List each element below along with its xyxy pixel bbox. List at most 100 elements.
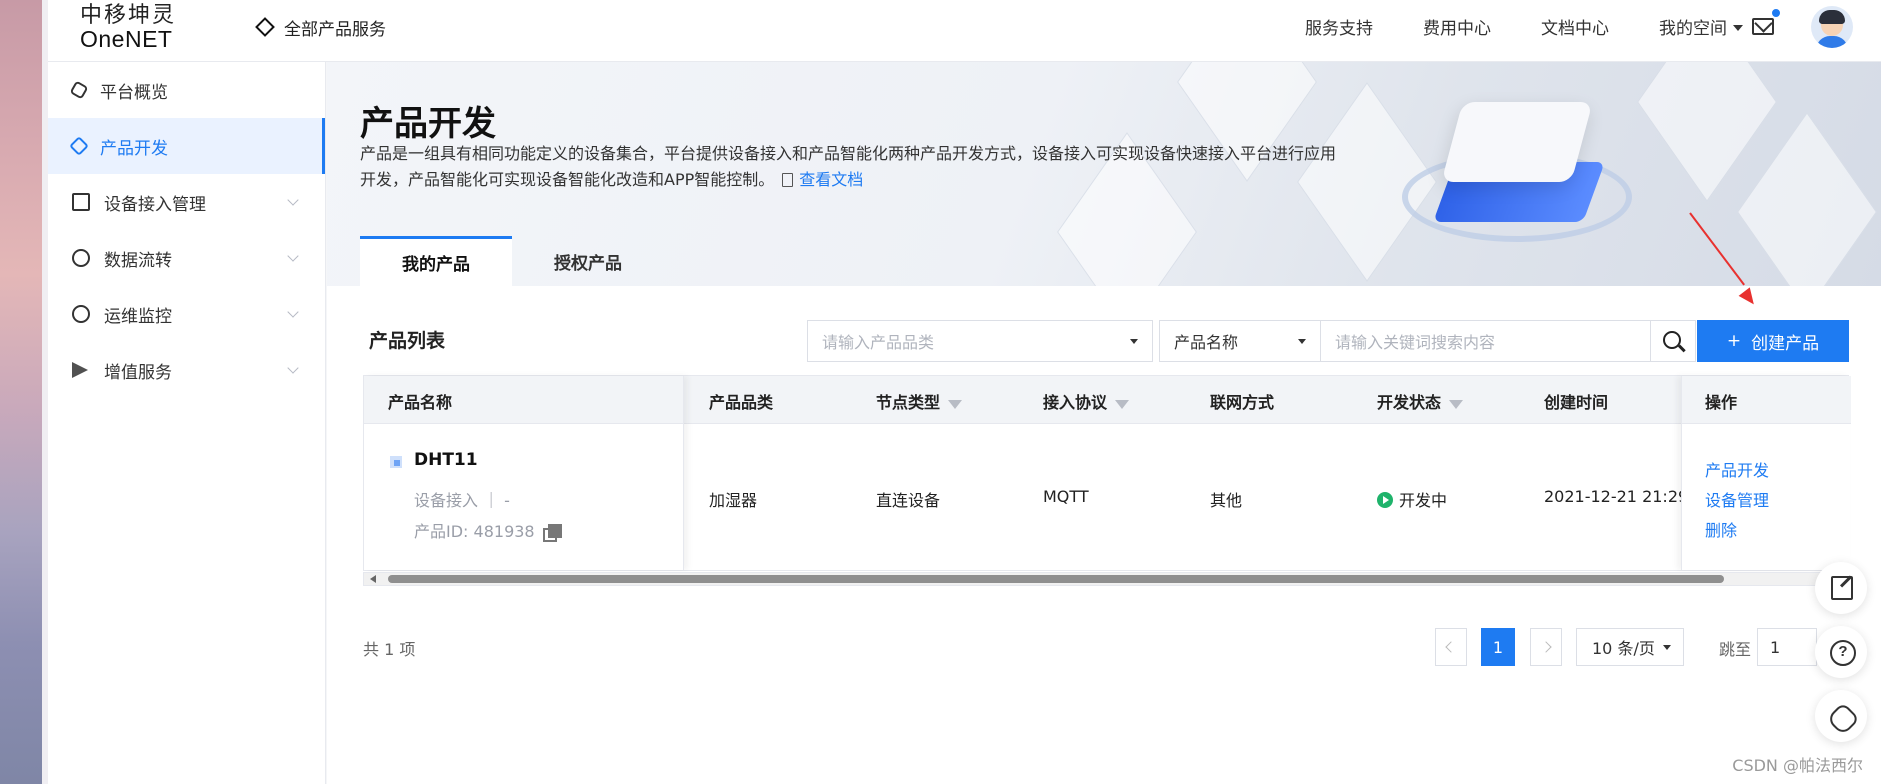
col-product-name-fixed: 产品名称 [388,393,453,412]
csdn-watermark: CSDN @帕法西尔 [1732,756,1863,775]
delete-link[interactable]: 删除 [1705,517,1737,541]
prev-page-button[interactable] [1435,628,1467,666]
col-dev-status-label: 开发状态 [1377,393,1442,412]
product-list-title: 产品列表 [369,330,446,352]
fixed-left-header: 产品名称 [364,376,683,424]
product-access-type: 设备接入 ｜ - [414,491,510,510]
horizontal-scrollbar[interactable] [363,572,1849,586]
data-flow-icon [72,249,90,267]
diamond-icon [255,17,275,37]
search-field-select[interactable]: 产品名称 [1159,320,1321,362]
sidebar-item-value-added[interactable]: 增值服务 [48,342,325,398]
chevron-down-icon [287,362,299,374]
send-icon [72,362,88,378]
tab-authorized-products[interactable]: 授权产品 [512,236,664,286]
sidebar-item-ops-monitor[interactable]: 运维监控 [48,286,325,342]
col-node-type-label: 节点类型 [876,393,941,412]
help-icon[interactable] [1815,626,1867,678]
col-actions-fixed: 操作 [1705,393,1738,412]
play-status-icon [1377,492,1393,508]
all-services-menu[interactable]: 全部产品服务 [255,14,386,40]
next-page-button[interactable] [1530,628,1562,666]
product-list-panel: 产品列表 请输入产品品类 产品名称 请输入关键词搜索内容 + 创建产品 产品名称… [327,286,1881,784]
chevron-down-icon [287,306,299,318]
view-docs-link[interactable]: 查看文档 [799,170,863,189]
scrollbar-thumb[interactable] [388,575,1724,583]
search-placeholder: 请输入关键词搜索内容 [1335,333,1496,352]
cell-network: 其他 [1210,491,1243,510]
col-protocol-label: 接入协议 [1043,393,1108,412]
background-decoration [0,0,48,784]
search-button[interactable] [1650,320,1696,362]
cell-node-type: 直连设备 [876,491,941,510]
nav-billing-center[interactable]: 费用中心 [1423,14,1491,39]
col-category: 产品品类 [709,393,774,412]
logo-line-1: 中移坤灵 [80,3,177,28]
back-to-top-icon[interactable] [1815,690,1867,742]
tab-my-products[interactable]: 我的产品 [360,236,512,286]
nav-service-support[interactable]: 服务支持 [1305,14,1373,39]
chevron-down-icon [287,250,299,262]
avatar[interactable] [1811,6,1853,48]
top-header: 中移坤灵 OneNET 全部产品服务 服务支持 费用中心 文档中心 我的空间 [48,0,1881,62]
create-product-label: 创建产品 [1751,333,1820,354]
all-services-label: 全部产品服务 [284,19,386,40]
device-icon [72,193,90,211]
product-name[interactable]: DHT11 [414,450,478,470]
nav-my-space[interactable]: 我的空间 [1659,14,1743,39]
sidebar-item-device-access[interactable]: 设备接入管理 [48,174,325,230]
category-select[interactable]: 请输入产品品类 [807,320,1153,362]
sidebar-item-label: 增值服务 [104,362,172,383]
product-cube-icon [69,136,89,156]
product-dev-link[interactable]: 产品开发 [1705,457,1769,481]
scroll-left-arrow-icon[interactable] [370,575,376,583]
cell-status: 开发中 [1377,487,1447,511]
product-id-value: 481938 [473,522,535,541]
sidebar-item-data-flow[interactable]: 数据流转 [48,230,325,286]
cell-created: 2021-12-21 21:29: [1544,487,1694,506]
col-node-type: 节点类型 [876,389,963,413]
caret-down-icon [1298,339,1306,344]
filter-icon[interactable] [1449,400,1464,409]
avatar-body [1816,36,1848,48]
onenet-logo[interactable]: 中移坤灵 OneNET [80,4,180,51]
banner-tile [1637,62,1777,202]
col-created: 创建时间 [1544,393,1609,412]
search-input[interactable]: 请输入关键词搜索内容 [1320,320,1651,362]
fixed-right-header: 操作 [1682,376,1851,424]
page-title: 产品开发 [360,104,496,144]
mail-icon[interactable] [1752,18,1774,35]
chevron-left-icon [1445,641,1457,653]
caret-down-icon [1663,645,1671,650]
sidebar-item-platform-overview[interactable]: 平台概览 [48,62,325,118]
chevron-right-icon [1540,641,1552,653]
page-1-button[interactable]: 1 [1481,628,1515,666]
top-nav: 服务支持 费用中心 文档中心 我的空间 [1305,14,1743,39]
page-size-label: 10 条/页 [1592,639,1655,658]
fixed-left-column: 产品名称 DHT11 设备接入 ｜ - 产品ID: 481938 [364,376,684,570]
copy-icon[interactable] [542,524,562,542]
sidebar-item-label: 数据流转 [104,250,172,271]
create-product-button[interactable]: + 创建产品 [1697,320,1849,362]
cell-protocol: MQTT [1043,487,1089,506]
product-icon [390,456,402,468]
page-size-select[interactable]: 10 条/页 [1576,628,1684,666]
page-description: 产品是一组具有相同功能定义的设备集合，平台提供设备接入和产品智能化两种产品开发方… [360,141,1340,193]
jump-page-input[interactable]: 1 [1757,628,1817,666]
product-id-label: 产品ID: [414,522,469,541]
avatar-hair [1819,10,1845,24]
total-count: 共 1 项 [363,640,416,659]
document-icon [782,173,794,187]
sidebar-item-product-dev[interactable]: 产品开发 [48,118,325,174]
feedback-edit-icon[interactable] [1815,562,1867,614]
device-manage-link[interactable]: 设备管理 [1705,487,1769,511]
filter-icon[interactable] [948,400,963,409]
col-dev-status: 开发状态 [1377,389,1464,413]
nav-my-space-label: 我的空间 [1659,19,1727,39]
nav-docs-center[interactable]: 文档中心 [1541,14,1609,39]
monitor-icon [72,305,90,323]
search-icon-handle [1678,344,1686,352]
platform-overview-icon [69,80,89,100]
product-id: 产品ID: 481938 [414,518,562,542]
filter-icon[interactable] [1115,400,1130,409]
